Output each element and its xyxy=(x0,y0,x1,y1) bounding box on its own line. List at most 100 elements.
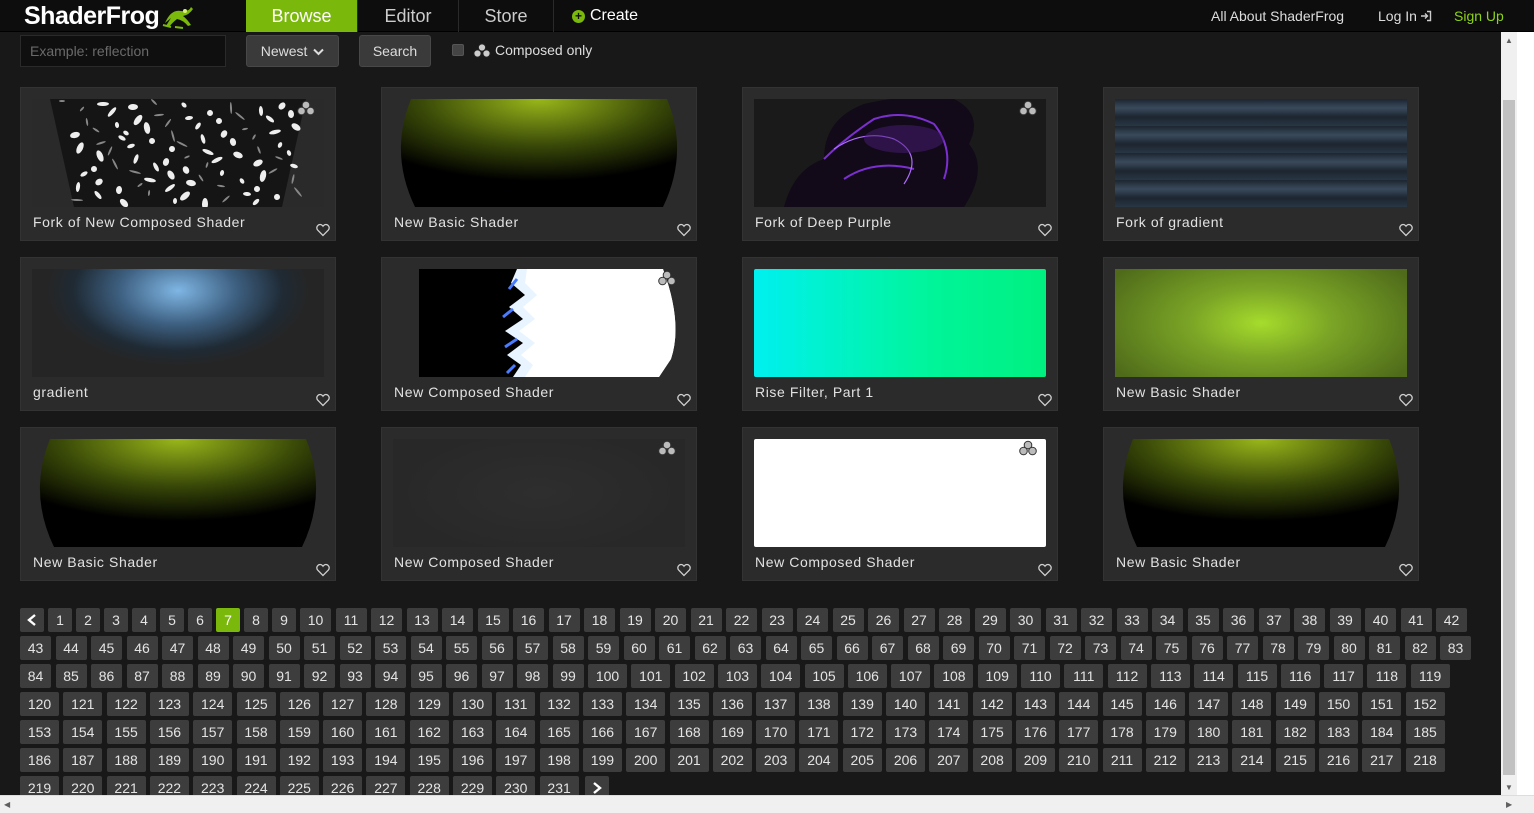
page-213-button[interactable]: 213 xyxy=(1189,748,1229,772)
page-120-button[interactable]: 120 xyxy=(20,692,59,716)
page-53-button[interactable]: 53 xyxy=(375,636,406,660)
page-15-button[interactable]: 15 xyxy=(477,608,509,632)
page-69-button[interactable]: 69 xyxy=(943,636,974,660)
search-button[interactable]: Search xyxy=(359,35,431,67)
shader-thumbnail[interactable] xyxy=(393,269,685,377)
page-48-button[interactable]: 48 xyxy=(197,636,229,660)
shader-card[interactable]: New Composed Shader xyxy=(381,427,697,581)
page-81-button[interactable]: 81 xyxy=(1369,636,1400,660)
page-214-button[interactable]: 214 xyxy=(1232,748,1272,772)
page-37-button[interactable]: 37 xyxy=(1258,608,1290,632)
page-205-button[interactable]: 205 xyxy=(842,748,882,772)
page-36-button[interactable]: 36 xyxy=(1223,608,1254,632)
page-25-button[interactable]: 25 xyxy=(832,608,864,632)
page-134-button[interactable]: 134 xyxy=(626,692,666,716)
page-216-button[interactable]: 216 xyxy=(1319,748,1358,772)
page-147-button[interactable]: 147 xyxy=(1189,692,1229,716)
page-153-button[interactable]: 153 xyxy=(20,720,59,744)
heart-icon[interactable] xyxy=(316,393,330,407)
page-17-button[interactable]: 17 xyxy=(548,608,580,632)
shader-card[interactable]: New Composed Shader xyxy=(381,257,697,411)
page-11-button[interactable]: 11 xyxy=(335,608,367,632)
page-146-button[interactable]: 146 xyxy=(1145,692,1185,716)
page-160-button[interactable]: 160 xyxy=(323,720,363,744)
page-93-button[interactable]: 93 xyxy=(339,664,371,688)
page-127-button[interactable]: 127 xyxy=(323,692,363,716)
page-136-button[interactable]: 136 xyxy=(712,692,752,716)
login-link[interactable]: Log In xyxy=(1378,0,1432,32)
page-129-button[interactable]: 129 xyxy=(409,692,449,716)
shader-title[interactable]: New Composed Shader xyxy=(755,554,915,570)
page-215-button[interactable]: 215 xyxy=(1275,748,1315,772)
page-144-button[interactable]: 144 xyxy=(1059,692,1099,716)
page-98-button[interactable]: 98 xyxy=(517,664,548,688)
page-124-button[interactable]: 124 xyxy=(193,692,233,716)
page-117-button[interactable]: 117 xyxy=(1324,664,1364,688)
page-113-button[interactable]: 113 xyxy=(1150,664,1190,688)
page-173-button[interactable]: 173 xyxy=(886,720,925,744)
page-90-button[interactable]: 90 xyxy=(233,664,264,688)
page-47-button[interactable]: 47 xyxy=(162,636,193,660)
page-50-button[interactable]: 50 xyxy=(268,636,300,660)
page-79-button[interactable]: 79 xyxy=(1298,636,1329,660)
page-31-button[interactable]: 31 xyxy=(1045,608,1077,632)
page-63-button[interactable]: 63 xyxy=(730,636,761,660)
page-148-button[interactable]: 148 xyxy=(1232,692,1272,716)
page-100-button[interactable]: 100 xyxy=(588,664,627,688)
page-171-button[interactable]: 171 xyxy=(799,720,839,744)
page-58-button[interactable]: 58 xyxy=(552,636,584,660)
shader-card[interactable]: Fork of Deep Purple xyxy=(742,87,1058,241)
page-166-button[interactable]: 166 xyxy=(582,720,622,744)
page-87-button[interactable]: 87 xyxy=(126,664,158,688)
shader-card[interactable]: New Basic Shader xyxy=(1103,257,1419,411)
page-209-button[interactable]: 209 xyxy=(1015,748,1055,772)
page-211-button[interactable]: 211 xyxy=(1102,748,1142,772)
page-77-button[interactable]: 77 xyxy=(1227,636,1258,660)
page-59-button[interactable]: 59 xyxy=(588,636,619,660)
shader-thumbnail[interactable] xyxy=(32,439,324,547)
page-186-button[interactable]: 186 xyxy=(20,748,59,772)
shader-title[interactable]: New Basic Shader xyxy=(1116,384,1241,400)
page-170-button[interactable]: 170 xyxy=(756,720,796,744)
shader-title[interactable]: New Basic Shader xyxy=(394,214,519,230)
page-154-button[interactable]: 154 xyxy=(63,720,103,744)
page-116-button[interactable]: 116 xyxy=(1280,664,1320,688)
shader-thumbnail[interactable] xyxy=(32,99,324,207)
page-67-button[interactable]: 67 xyxy=(872,636,903,660)
shader-thumbnail[interactable] xyxy=(393,439,685,547)
create-button[interactable]: + Create xyxy=(572,0,638,32)
shader-card[interactable]: gradient xyxy=(20,257,336,411)
page-135-button[interactable]: 135 xyxy=(669,692,709,716)
page-57-button[interactable]: 57 xyxy=(517,636,548,660)
page-126-button[interactable]: 126 xyxy=(279,692,319,716)
page-156-button[interactable]: 156 xyxy=(149,720,189,744)
heart-icon[interactable] xyxy=(1399,223,1413,237)
page-96-button[interactable]: 96 xyxy=(446,664,477,688)
shader-thumbnail[interactable] xyxy=(754,269,1046,377)
page-198-button[interactable]: 198 xyxy=(539,748,579,772)
page-118-button[interactable]: 118 xyxy=(1367,664,1407,688)
page-92-button[interactable]: 92 xyxy=(304,664,335,688)
shader-thumbnail[interactable] xyxy=(1115,99,1407,207)
page-177-button[interactable]: 177 xyxy=(1059,720,1099,744)
shader-title[interactable]: New Basic Shader xyxy=(1116,554,1241,570)
page-103-button[interactable]: 103 xyxy=(717,664,757,688)
shader-title[interactable]: Fork of gradient xyxy=(1116,214,1224,230)
page-85-button[interactable]: 85 xyxy=(55,664,87,688)
page-190-button[interactable]: 190 xyxy=(193,748,233,772)
page-55-button[interactable]: 55 xyxy=(446,636,477,660)
page-73-button[interactable]: 73 xyxy=(1085,636,1116,660)
composed-only-checkbox[interactable] xyxy=(452,44,464,56)
page-72-button[interactable]: 72 xyxy=(1049,636,1081,660)
page-38-button[interactable]: 38 xyxy=(1294,608,1325,632)
page-188-button[interactable]: 188 xyxy=(106,748,146,772)
page-78-button[interactable]: 78 xyxy=(1262,636,1294,660)
shader-thumbnail[interactable] xyxy=(754,99,1046,207)
page-138-button[interactable]: 138 xyxy=(799,692,839,716)
page-28-button[interactable]: 28 xyxy=(939,608,970,632)
page-110-button[interactable]: 110 xyxy=(1021,664,1060,688)
shader-title[interactable]: Fork of New Composed Shader xyxy=(33,214,245,230)
page-14-button[interactable]: 14 xyxy=(442,608,473,632)
page-194-button[interactable]: 194 xyxy=(366,748,406,772)
page-195-button[interactable]: 195 xyxy=(409,748,449,772)
